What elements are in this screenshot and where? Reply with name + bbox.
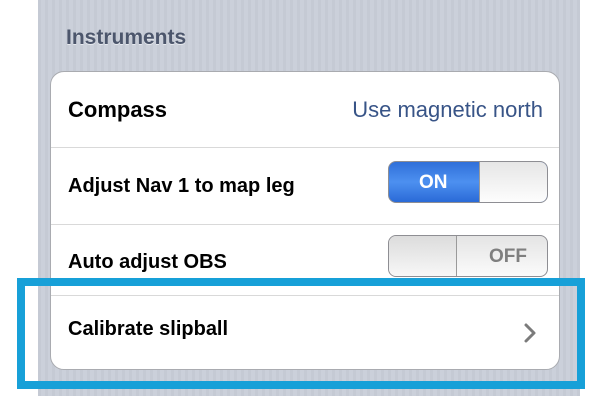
adjust-nav-label: Adjust Nav 1 to map leg [68,175,295,197]
auto-adjust-obs-toggle[interactable]: OFF [388,235,548,277]
compass-row[interactable]: Compass Use magnetic north [51,72,559,148]
toggle-knob [479,162,547,202]
compass-value: Use magnetic north [352,97,543,122]
adjust-nav-row: Adjust Nav 1 to map leg ON [51,148,559,225]
toggle-off-text: OFF [489,246,527,267]
calibrate-slipball-label: Calibrate slipball [68,318,229,340]
chevron-right-icon [524,323,536,343]
toggle-on-text: ON [419,172,448,193]
auto-adjust-obs-row: Auto adjust OBS OFF [51,225,559,296]
instruments-settings-group: Compass Use magnetic north Adjust Nav 1 … [50,71,560,370]
compass-label: Compass [68,97,168,122]
calibrate-slipball-row[interactable]: Calibrate slipball [51,296,559,369]
toggle-knob [389,236,457,276]
section-header-instruments: Instruments [66,26,187,49]
auto-adjust-obs-label: Auto adjust OBS [68,251,227,273]
adjust-nav-toggle[interactable]: ON [388,161,548,203]
